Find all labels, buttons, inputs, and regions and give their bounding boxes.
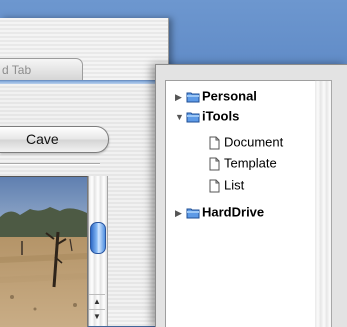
outline-item-label: Document: [224, 134, 284, 150]
folder-icon: [186, 208, 200, 219]
outline-scrollbar[interactable]: [315, 80, 332, 327]
outline-item-itools[interactable]: ▼ iTools: [175, 106, 239, 126]
outline-item-template[interactable]: Template: [209, 153, 277, 173]
outline-item-label: List: [224, 177, 245, 193]
image-view: [0, 176, 88, 327]
disclosure-collapsed-icon[interactable]: ▶: [175, 87, 185, 107]
scroll-down-arrow-icon[interactable]: ▼: [89, 309, 105, 324]
document-icon: [209, 136, 220, 150]
scroll-arrows: ▲ ▼: [89, 294, 105, 326]
scroll-thumb[interactable]: [90, 222, 106, 254]
outline-item-list[interactable]: List: [209, 175, 244, 195]
outline-item-label: Template: [224, 155, 277, 171]
cave-button[interactable]: Cave: [0, 126, 109, 153]
disclosure-collapsed-icon[interactable]: ▶: [175, 203, 185, 223]
outline-item-harddrive[interactable]: ▶ HardDrive: [175, 202, 264, 222]
scroll-up-arrow-icon[interactable]: ▲: [89, 294, 105, 309]
document-icon: [209, 179, 220, 193]
document-icon: [209, 157, 220, 171]
tab-underline: [0, 80, 160, 84]
disclosure-expanded-icon[interactable]: ▼: [175, 107, 185, 127]
separator: [0, 163, 100, 165]
tab-label[interactable]: d Tab: [0, 58, 83, 81]
outline-item-document[interactable]: Document: [209, 132, 283, 152]
outline-item-label: Personal: [202, 88, 257, 104]
window-toolbar-area: [0, 18, 168, 62]
outline-item-personal[interactable]: ▶ Personal: [175, 86, 257, 106]
outline-item-label: iTools: [202, 108, 240, 124]
outline-item-label: HardDrive: [202, 204, 265, 220]
landscape-photo: [0, 177, 87, 327]
folder-icon: [186, 112, 200, 123]
folder-icon: [186, 92, 200, 103]
